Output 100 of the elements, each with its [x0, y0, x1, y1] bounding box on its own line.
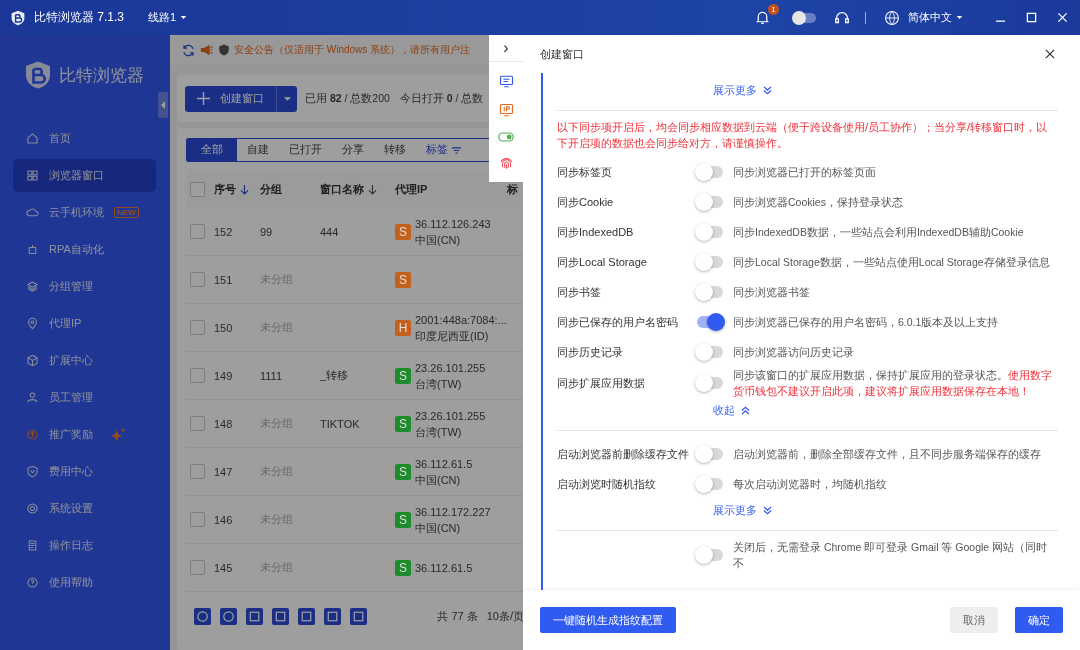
toggle-switch[interactable]: [697, 377, 723, 389]
select-all-checkbox[interactable]: [190, 181, 205, 197]
caret-icon: [956, 15, 963, 20]
sidebar-item[interactable]: 员工管理: [13, 381, 156, 414]
toggle-switch[interactable]: [697, 286, 723, 298]
row-checkbox[interactable]: [190, 272, 205, 287]
filter-tab[interactable]: 分享: [332, 139, 374, 161]
shield-icon: [26, 465, 39, 478]
toggle-switch[interactable]: [697, 478, 723, 490]
toggle-switch[interactable]: [697, 226, 723, 238]
language-select[interactable]: 简体中文: [908, 10, 963, 25]
random-fingerprint-button[interactable]: 一键随机生成指纹配置: [540, 607, 676, 633]
sidebar-item[interactable]: 代理IP: [13, 307, 156, 340]
collapse-handle-icon[interactable]: [158, 92, 168, 118]
ip-address: 36.112.61.5: [415, 560, 473, 576]
ip-address: 2001:448a:7084:...: [415, 312, 507, 328]
setting-description: 关闭后，无需登录 Chrome 即可登录 Gmail 等 Google 网站（同时不: [733, 540, 1049, 571]
maximize-icon[interactable]: [1026, 12, 1037, 23]
toggle-icon[interactable]: [791, 9, 817, 26]
batch-action-icon[interactable]: [194, 607, 211, 625]
create-window-button[interactable]: 创建窗口: [185, 85, 276, 112]
collapse-link[interactable]: 收起: [713, 402, 735, 418]
show-more-link[interactable]: 展示更多: [713, 502, 757, 518]
setting-description: 同步浏览器书签: [733, 285, 810, 300]
setting-label: 同步历史记录: [557, 344, 624, 360]
bell-icon[interactable]: [754, 9, 771, 26]
sort-arrow-icon[interactable]: [368, 183, 377, 195]
show-more-link[interactable]: 展示更多: [713, 82, 757, 98]
proxy-type-badge: S: [395, 463, 411, 480]
batch-action-icon[interactable]: [272, 607, 289, 625]
sidebar-item[interactable]: 使用帮助: [13, 566, 156, 599]
row-checkbox[interactable]: [190, 512, 205, 527]
dropdown-button[interactable]: [276, 85, 297, 112]
close-icon[interactable]: [1045, 49, 1055, 59]
toggle-switch[interactable]: [697, 549, 723, 561]
usage-stat: 已用 82 / 总数200: [305, 91, 390, 106]
column-header[interactable]: 窗口名称: [320, 181, 395, 197]
proxy-type-badge: S: [395, 511, 411, 528]
row-checkbox[interactable]: [190, 320, 205, 335]
filter-tab[interactable]: 转移: [374, 139, 416, 161]
column-header[interactable]: 标: [507, 181, 527, 197]
row-checkbox[interactable]: [190, 224, 205, 239]
sidebar-item[interactable]: 费用中心: [13, 455, 156, 488]
setting-label: 同步书签: [557, 284, 602, 300]
toggle-icon[interactable]: [498, 132, 514, 142]
filter-tab[interactable]: 自建: [237, 139, 279, 161]
filter-tab[interactable]: 全部: [187, 139, 237, 161]
column-header[interactable]: 序号: [214, 181, 260, 197]
sidebar-item[interactable]: 操作日志: [13, 529, 156, 562]
setting-label: 同步IndexedDB: [557, 224, 635, 240]
sidebar-item[interactable]: RPA自动化: [13, 233, 156, 266]
sort-arrow-icon[interactable]: [240, 183, 249, 195]
toggle-switch[interactable]: [697, 448, 723, 460]
shield-logo-icon: [23, 60, 53, 90]
batch-action-icon[interactable]: [324, 607, 341, 625]
sync-warning: 以下同步项开启后，均会同步相应数据到云端（便于跨设备使用/员工协作）；当分享/转移窗口时，以下开启项的数据也会同步给对方，请谨慎操作。: [557, 120, 1049, 151]
batch-action-icon[interactable]: [220, 607, 237, 625]
toggle-switch[interactable]: [697, 316, 723, 328]
setting-description: 同步浏览器已打开的标签页面: [733, 165, 876, 180]
monitor-icon[interactable]: [498, 74, 514, 89]
batch-action-icon[interactable]: [246, 607, 263, 625]
sidebar-item[interactable]: 浏览器窗口: [13, 159, 156, 192]
row-checkbox[interactable]: [190, 464, 205, 479]
filter-tab[interactable]: 标签: [416, 139, 472, 161]
notice-text[interactable]: 安全公告（仅适用于 Windows 系统），请所有用户注: [234, 43, 471, 57]
ip-region: 中国(CN): [415, 232, 462, 248]
row-checkbox[interactable]: [190, 416, 205, 431]
caret-icon: [282, 95, 292, 102]
batch-action-icon[interactable]: [350, 607, 367, 625]
fingerprint-icon[interactable]: [498, 156, 514, 171]
sidebar-item[interactable]: 系统设置: [13, 492, 156, 525]
column-header[interactable]: 代理IP: [395, 181, 507, 197]
row-checkbox[interactable]: [190, 560, 205, 575]
page-size-select[interactable]: 10条/页: [486, 608, 524, 624]
row-checkbox[interactable]: [190, 368, 205, 383]
setting-description: 同步该窗口的扩展应用数据，保持扩展应用的登录状态。使用数字货币钱包不建议开启此项，建议将扩展应用数据保存在本地！: [733, 368, 1053, 399]
sidebar-item[interactable]: 首页: [13, 122, 156, 155]
cancel-button[interactable]: 取消: [950, 607, 998, 633]
toggle-switch[interactable]: [697, 346, 723, 358]
plus-icon: [197, 92, 210, 105]
setting-label: 同步Local Storage: [557, 254, 648, 270]
confirm-button[interactable]: 确定: [1015, 607, 1063, 633]
sidebar-item[interactable]: 扩展中心: [13, 344, 156, 377]
sidebar-item[interactable]: 云手机环境 NEW: [13, 196, 156, 229]
filter-tab[interactable]: 已打开: [279, 139, 332, 161]
sidebar-item[interactable]: 推广奖励: [13, 418, 156, 451]
toggle-switch[interactable]: [697, 166, 723, 178]
route-select[interactable]: 线路1: [148, 10, 188, 25]
ip-region: 台湾(TW): [415, 424, 463, 440]
ip-address: 23.26.101.255: [415, 360, 486, 376]
ip-address: 36.112.172.227: [415, 504, 491, 520]
toggle-switch[interactable]: [697, 196, 723, 208]
batch-action-icon[interactable]: [298, 607, 315, 625]
refresh-icon[interactable]: [181, 42, 196, 58]
sidebar-item[interactable]: 分组管理: [13, 270, 156, 303]
column-header[interactable]: 分组: [260, 181, 320, 197]
megaphone-icon: [200, 43, 214, 57]
ip-monitor-icon[interactable]: [498, 103, 514, 118]
ip-region: 中国(CN): [415, 520, 462, 536]
toggle-switch[interactable]: [697, 256, 723, 268]
